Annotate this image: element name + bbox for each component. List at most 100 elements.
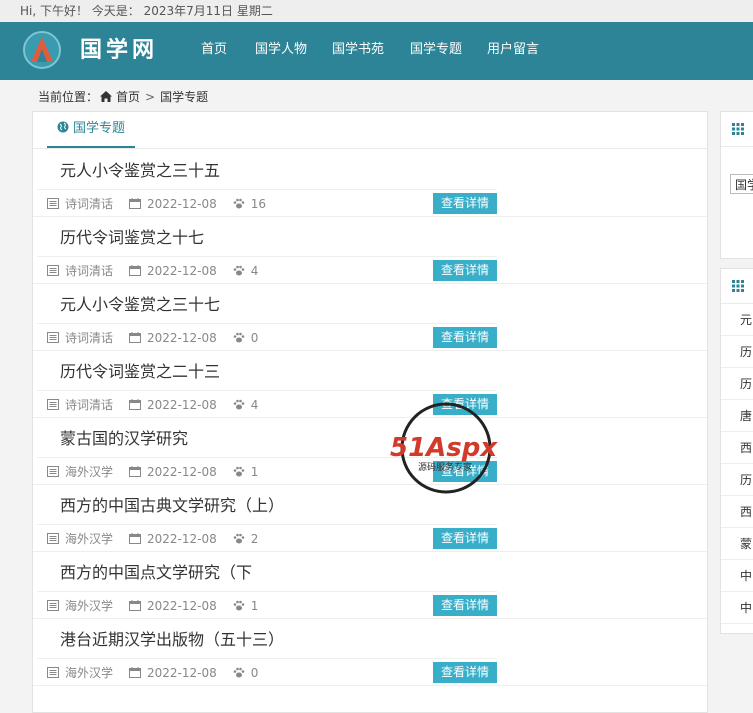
watermark-logo: 51Aspx 源码服务专家 bbox=[390, 402, 498, 494]
article-views: 1 bbox=[250, 599, 259, 613]
category-icon bbox=[47, 600, 59, 611]
breadcrumb-home-link[interactable]: 首页 bbox=[116, 90, 140, 104]
sidebar-list-item[interactable]: 历 bbox=[721, 369, 753, 400]
article-title[interactable]: 元人小令鉴赏之三十七 bbox=[60, 293, 220, 317]
article-title[interactable]: 历代令词鉴赏之二十三 bbox=[60, 360, 220, 384]
article-title[interactable]: 西方的中国点文学研究（下 bbox=[60, 561, 252, 585]
category-icon bbox=[47, 533, 59, 544]
paw-icon bbox=[233, 667, 245, 678]
nav-books[interactable]: 国学书苑 bbox=[332, 22, 384, 80]
greeting-text: Hi, 下午好！ 今天是： 2023年7月11日 星期二 bbox=[20, 4, 273, 18]
sidebar-list-item[interactable]: 蒙 bbox=[721, 529, 753, 560]
article-category[interactable]: 诗词清话 bbox=[65, 398, 113, 412]
article-item: 历代令词鉴赏之二十三诗词清话 2022-12-08 4 bbox=[33, 350, 707, 418]
article-category[interactable]: 诗词清话 bbox=[65, 331, 113, 345]
sidebar-list-box: 元历历唐西历西蒙中中 bbox=[720, 268, 753, 634]
article-divider bbox=[37, 591, 497, 592]
sidebar-list-item[interactable]: 唐 bbox=[721, 401, 753, 432]
breadcrumb-prefix: 当前位置： bbox=[38, 90, 99, 104]
category-icon bbox=[47, 198, 59, 209]
article-views: 4 bbox=[250, 264, 259, 278]
article-meta: 诗词清话 2022-12-08 4 bbox=[47, 396, 274, 414]
article-item: 元人小令鉴赏之三十五诗词清话 2022-12-08 16 bbox=[33, 149, 707, 217]
article-views: 1 bbox=[250, 465, 259, 479]
site-logo-text[interactable]: 国学网 bbox=[80, 35, 158, 65]
article-divider bbox=[37, 390, 497, 391]
article-title[interactable]: 港台近期汉学出版物（五十三） bbox=[60, 628, 284, 652]
sidebar-list-item[interactable]: 历 bbox=[721, 465, 753, 496]
calendar-icon bbox=[129, 198, 142, 209]
breadcrumb-separator: > bbox=[145, 90, 156, 104]
article-views: 16 bbox=[250, 197, 267, 211]
article-category[interactable]: 诗词清话 bbox=[65, 197, 113, 211]
article-date: 2022-12-08 bbox=[147, 465, 217, 479]
article-meta: 诗词清话 2022-12-08 0 bbox=[47, 329, 274, 347]
home-icon bbox=[100, 91, 113, 102]
view-detail-button[interactable]: 查看详情 bbox=[433, 260, 497, 281]
article-views: 4 bbox=[250, 398, 259, 412]
sidebar-list-item[interactable]: 西 bbox=[721, 497, 753, 528]
view-detail-button[interactable]: 查看详情 bbox=[433, 193, 497, 214]
paw-icon bbox=[233, 533, 245, 544]
view-detail-button[interactable]: 查看详情 bbox=[433, 528, 497, 549]
sidebar-list-item[interactable]: 中 bbox=[721, 593, 753, 624]
article-category[interactable]: 海外汉学 bbox=[65, 666, 113, 680]
article-date: 2022-12-08 bbox=[147, 398, 217, 412]
view-detail-button[interactable]: 查看详情 bbox=[433, 662, 497, 683]
sidebar-list-header bbox=[721, 269, 753, 304]
article-meta: 海外汉学 2022-12-08 1 bbox=[47, 463, 274, 481]
paw-icon bbox=[233, 332, 245, 343]
paw-icon bbox=[233, 198, 245, 209]
calendar-icon bbox=[129, 667, 142, 678]
nav-home[interactable]: 首页 bbox=[201, 22, 227, 80]
sidebar-search-input[interactable]: 国学 bbox=[730, 174, 753, 194]
article-item: 西方的中国点文学研究（下海外汉学 2022-12-08 1 bbox=[33, 551, 707, 619]
category-icon bbox=[47, 265, 59, 276]
topic-list-panel: 国学专题 元人小令鉴赏之三十五诗词清话 2022-12-08 16 历代令词鉴赏之十七… bbox=[32, 111, 708, 713]
article-item: 元人小令鉴赏之三十七 诗词清话 2022-12-08 0 bbox=[33, 283, 707, 351]
sidebar-list-item[interactable]: 中 bbox=[721, 561, 753, 592]
article-title[interactable]: 西方的中国古典文学研究（上） bbox=[60, 494, 284, 518]
sidebar-list-item[interactable]: 西 bbox=[721, 433, 753, 464]
article-date: 2022-12-08 bbox=[147, 331, 217, 345]
article-date: 2022-12-08 bbox=[147, 197, 217, 211]
article-meta: 诗词清话 2022-12-08 16 bbox=[47, 195, 282, 213]
calendar-icon bbox=[129, 466, 142, 477]
article-item: 西方的中国古典文学研究（上） 海外汉学 2022-12-08 2 bbox=[33, 484, 707, 552]
article-date: 2022-12-08 bbox=[147, 666, 217, 680]
view-detail-button[interactable]: 查看详情 bbox=[433, 595, 497, 616]
category-icon bbox=[47, 332, 59, 343]
view-detail-button[interactable]: 查看详情 bbox=[433, 327, 497, 348]
article-category[interactable]: 海外汉学 bbox=[65, 465, 113, 479]
article-category[interactable]: 诗词清话 bbox=[65, 264, 113, 278]
grid-icon bbox=[732, 123, 744, 135]
article-title[interactable]: 历代令词鉴赏之十七 bbox=[60, 226, 204, 250]
tab-topics[interactable]: 国学专题 bbox=[47, 112, 136, 148]
paw-icon bbox=[233, 466, 245, 477]
sidebar-search-box: 国学 bbox=[720, 111, 753, 259]
article-date: 2022-12-08 bbox=[147, 532, 217, 546]
nav-people[interactable]: 国学人物 bbox=[255, 22, 307, 80]
article-category[interactable]: 海外汉学 bbox=[65, 532, 113, 546]
article-meta: 诗词清话 2022-12-08 4 bbox=[47, 262, 274, 280]
article-item: 港台近期汉学出版物（五十三） 海外汉学 2022-12-08 0 bbox=[33, 618, 707, 686]
article-date: 2022-12-08 bbox=[147, 599, 217, 613]
logo-icon[interactable] bbox=[22, 30, 62, 70]
nav-guestbook[interactable]: 用户留言 bbox=[487, 22, 539, 80]
article-views: 2 bbox=[250, 532, 259, 546]
grid-icon bbox=[732, 280, 744, 292]
article-title[interactable]: 元人小令鉴赏之三十五 bbox=[60, 159, 220, 183]
article-divider bbox=[37, 524, 497, 525]
sidebar-list-item[interactable]: 元 bbox=[721, 305, 753, 336]
article-category[interactable]: 海外汉学 bbox=[65, 599, 113, 613]
article-divider bbox=[37, 256, 497, 257]
article-meta: 海外汉学 2022-12-08 2 bbox=[47, 530, 274, 548]
nav-topics[interactable]: 国学专题 bbox=[410, 22, 462, 80]
article-divider bbox=[37, 658, 497, 659]
calendar-icon bbox=[129, 533, 142, 544]
sidebar-list-item[interactable]: 历 bbox=[721, 337, 753, 368]
category-icon bbox=[47, 667, 59, 678]
breadcrumb-current: 国学专题 bbox=[160, 90, 209, 104]
paw-icon bbox=[233, 265, 245, 276]
article-title[interactable]: 蒙古国的汉学研究 bbox=[60, 427, 188, 451]
